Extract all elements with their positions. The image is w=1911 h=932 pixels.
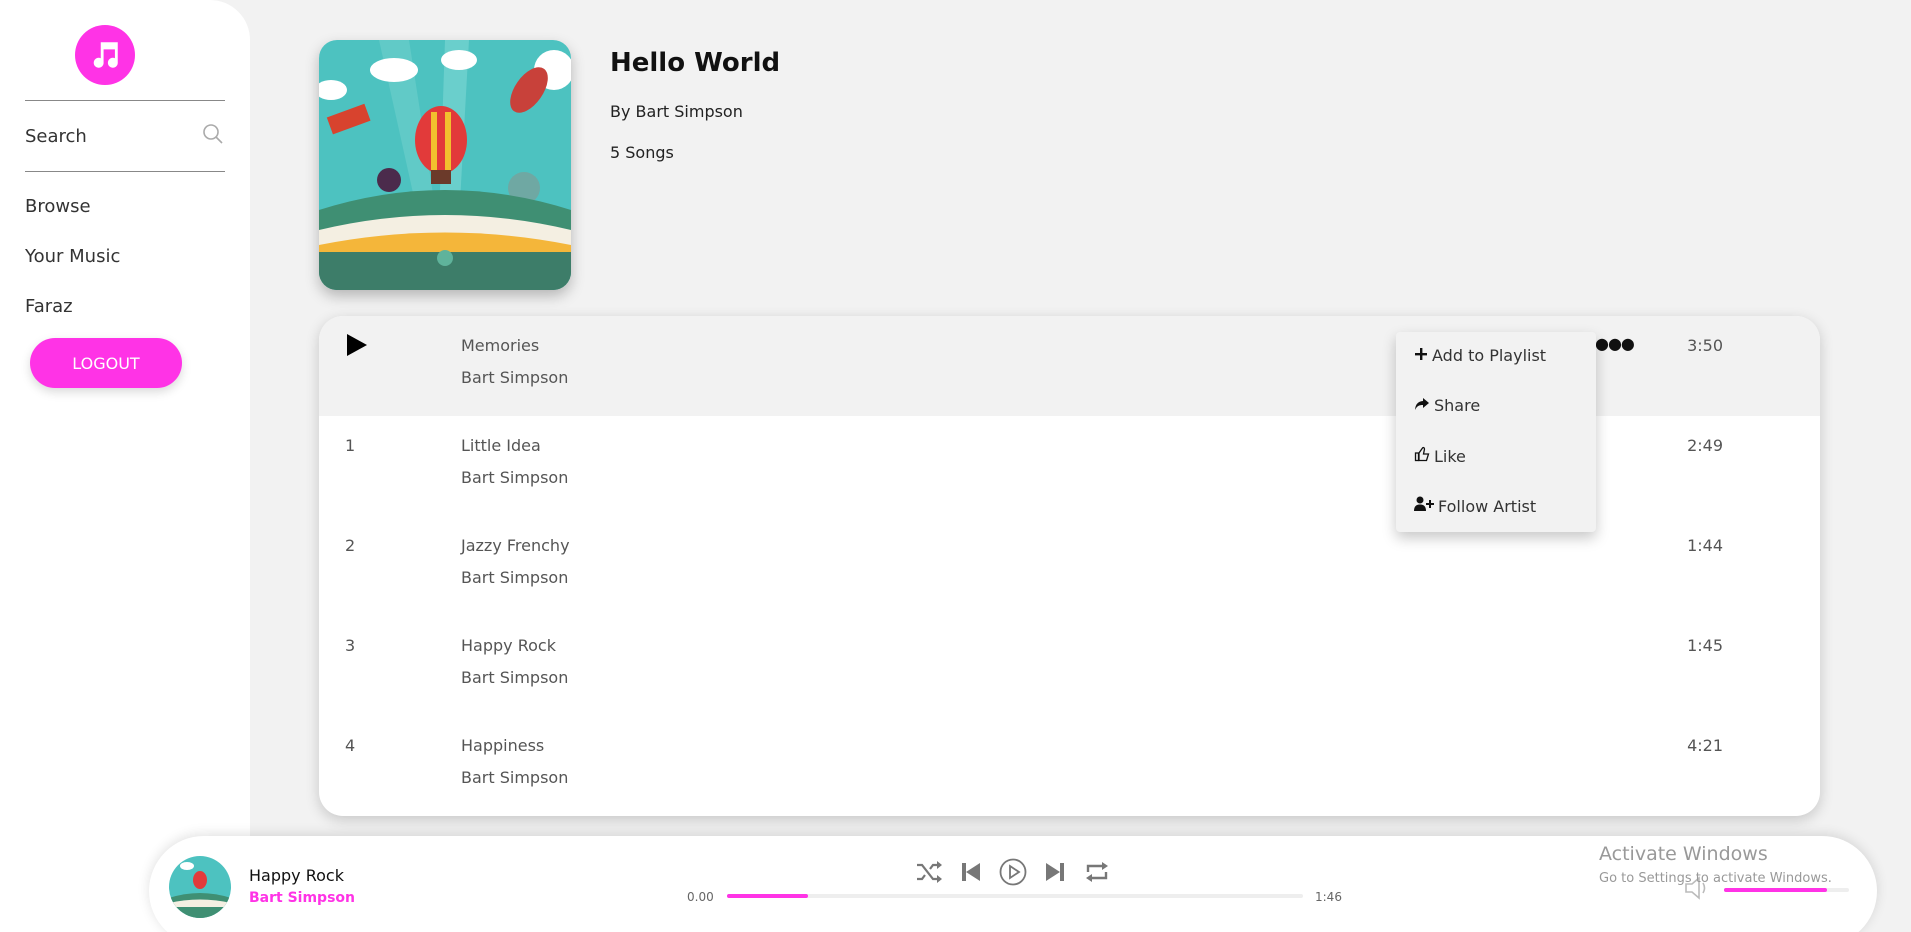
track-artist[interactable]: Bart Simpson: [461, 668, 568, 687]
track-number: 2: [345, 536, 356, 555]
track-artist[interactable]: Bart Simpson: [461, 768, 568, 787]
track-number: 1: [345, 436, 356, 455]
play-pause-icon[interactable]: [999, 858, 1027, 886]
track-title: Happiness: [461, 736, 545, 755]
sidebar: Search Browse Your Music Faraz LOGOUT: [0, 0, 250, 932]
track-duration: 4:21: [1687, 736, 1723, 755]
sidebar-divider-top: [25, 100, 225, 101]
plus-icon: [1414, 346, 1428, 365]
search-icon[interactable]: [201, 122, 225, 150]
volume-icon[interactable]: [1683, 874, 1713, 902]
nav-user-profile[interactable]: Faraz: [25, 296, 73, 317]
album-title: Hello World: [610, 48, 781, 78]
track-artist[interactable]: Bart Simpson: [461, 468, 568, 487]
track-row[interactable]: 3 Happy Rock Bart Simpson 1:45: [319, 616, 1820, 716]
current-time: 0.00: [687, 890, 714, 904]
track-artist[interactable]: Bart Simpson: [461, 368, 568, 387]
album-cover: [319, 40, 571, 290]
menu-add-to-playlist[interactable]: Add to Playlist: [1414, 346, 1546, 365]
nav-browse[interactable]: Browse: [25, 196, 91, 217]
seek-bar-progress: [727, 894, 808, 898]
user-plus-icon: [1414, 496, 1434, 516]
search-row[interactable]: Search: [25, 118, 225, 154]
now-playing-artist[interactable]: Bart Simpson: [249, 890, 355, 906]
previous-track-icon[interactable]: [957, 858, 985, 886]
shuffle-icon[interactable]: [915, 858, 943, 886]
total-time: 1:46: [1315, 890, 1342, 904]
next-track-icon[interactable]: [1041, 858, 1069, 886]
album-song-count: 5 Songs: [610, 143, 674, 162]
menu-follow-artist[interactable]: Follow Artist: [1414, 496, 1536, 516]
logout-button[interactable]: LOGOUT: [30, 338, 182, 388]
play-icon[interactable]: [343, 332, 369, 358]
thumbs-up-icon: [1414, 446, 1430, 466]
track-title: Happy Rock: [461, 636, 556, 655]
seek-bar[interactable]: [727, 894, 1303, 898]
track-duration: 1:45: [1687, 636, 1723, 655]
track-duration: 1:44: [1687, 536, 1723, 555]
menu-item-label: Share: [1434, 396, 1481, 415]
playback-controls: [915, 858, 1111, 886]
track-title: Memories: [461, 336, 540, 355]
now-playing-cover: [169, 856, 231, 918]
now-playing-title: Happy Rock: [249, 866, 344, 885]
track-duration: 2:49: [1687, 436, 1723, 455]
nav-your-music[interactable]: Your Music: [25, 246, 120, 267]
menu-item-label: Add to Playlist: [1432, 346, 1547, 365]
album-artist[interactable]: By Bart Simpson: [610, 102, 743, 121]
volume-level: [1724, 888, 1827, 892]
sidebar-divider-bottom: [25, 171, 225, 172]
menu-share[interactable]: Share: [1414, 396, 1480, 415]
player-bar: Happy Rock Bart Simpson 0.00 1:46: [149, 836, 1877, 932]
menu-like[interactable]: Like: [1414, 446, 1466, 466]
more-options-icon[interactable]: ●●●: [1595, 334, 1635, 353]
track-context-menu: Add to Playlist Share Like Follow Artist: [1396, 332, 1596, 532]
track-title: Little Idea: [461, 436, 541, 455]
track-title: Jazzy Frenchy: [461, 536, 570, 555]
track-number: 3: [345, 636, 356, 655]
menu-item-label: Like: [1434, 446, 1466, 466]
volume-slider[interactable]: [1724, 888, 1849, 892]
share-icon: [1414, 396, 1430, 415]
track-number: 4: [345, 736, 356, 755]
track-row[interactable]: 4 Happiness Bart Simpson 4:21: [319, 716, 1820, 816]
track-row[interactable]: 2 Jazzy Frenchy Bart Simpson 1:44: [319, 516, 1820, 616]
track-duration: 3:50: [1687, 336, 1723, 355]
search-label: Search: [25, 125, 87, 147]
music-note-logo-icon[interactable]: [75, 25, 135, 85]
menu-item-label: Follow Artist: [1438, 496, 1537, 516]
repeat-icon[interactable]: [1083, 858, 1111, 886]
track-artist[interactable]: Bart Simpson: [461, 568, 568, 587]
